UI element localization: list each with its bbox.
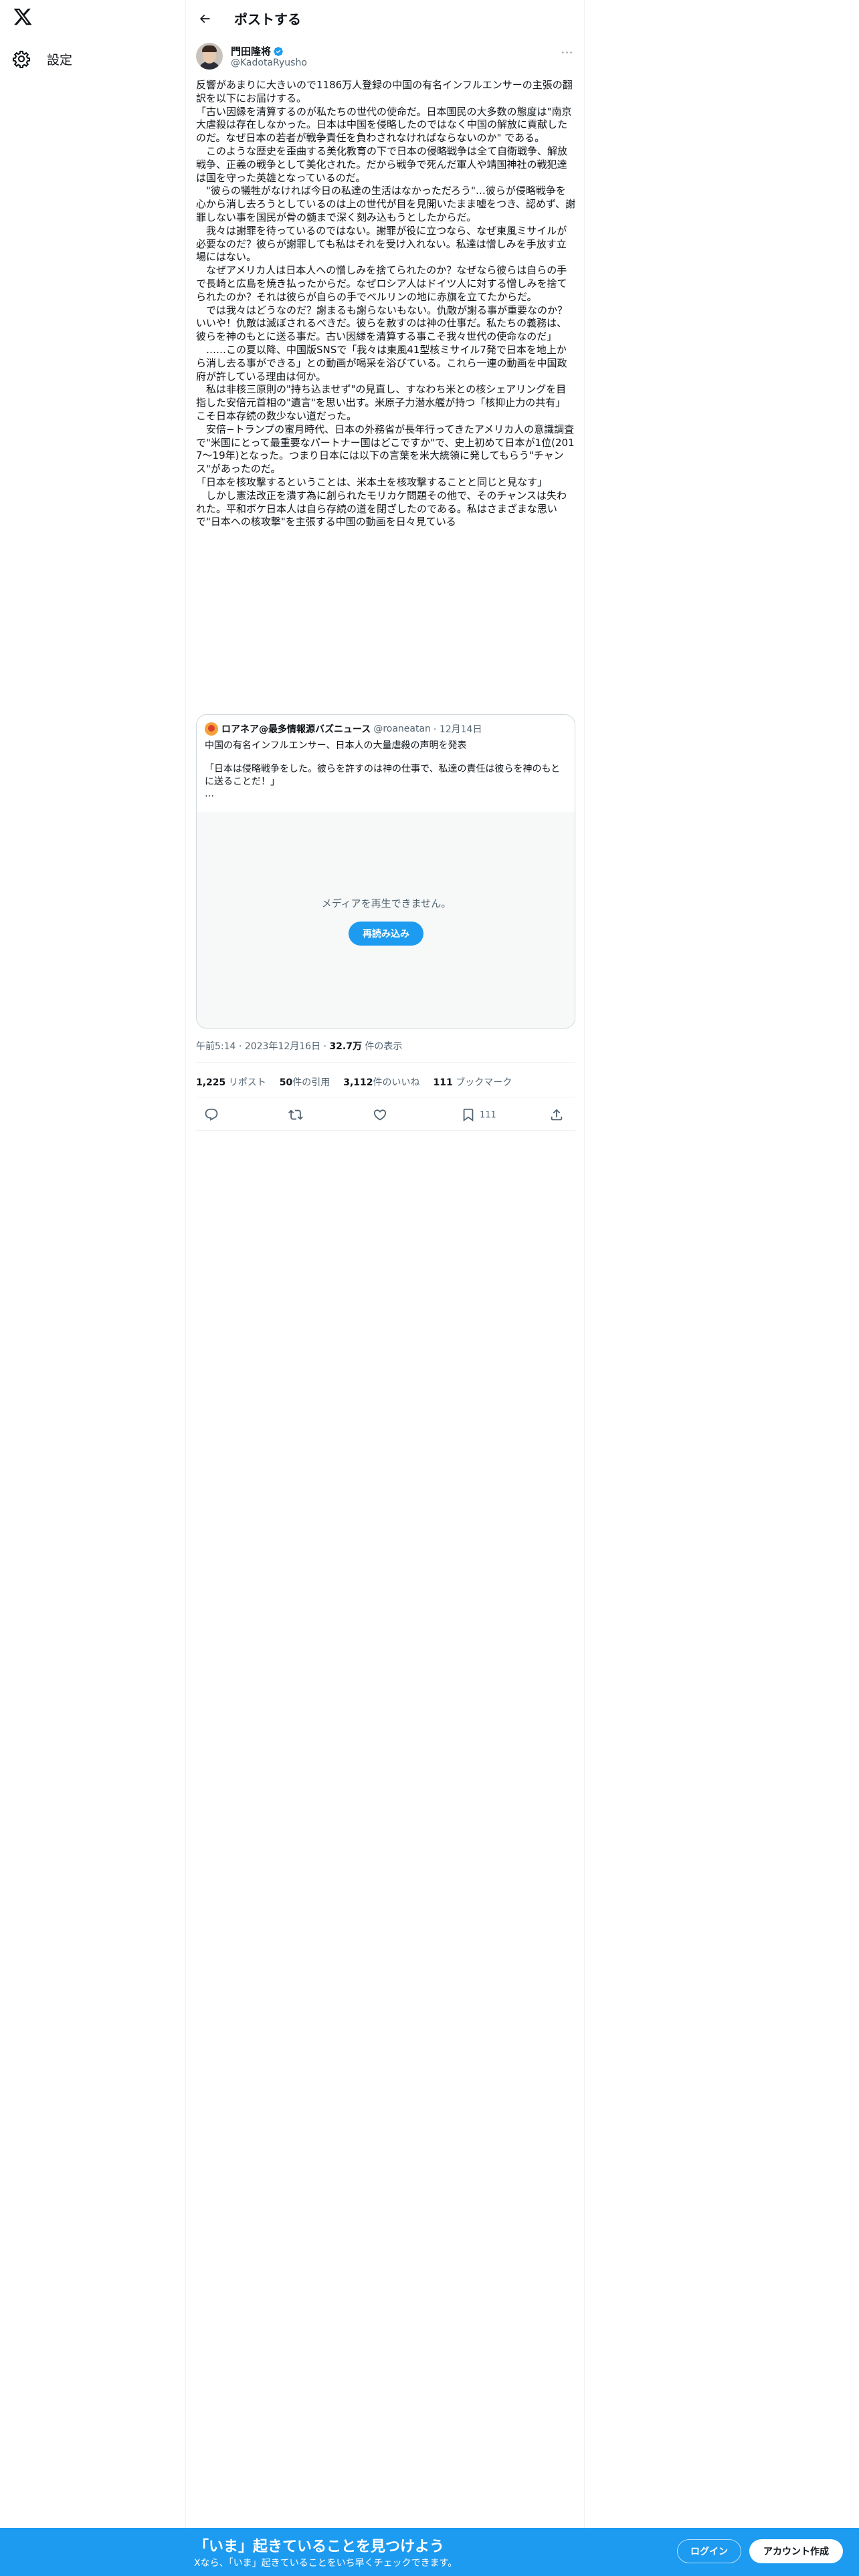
quoted-author-handle: @roaneatan <box>373 724 431 734</box>
media-error-message: メディアを再生できません。 <box>321 897 452 909</box>
signup-banner: 「いま」起きていることを見つけよう Xなら、「いま」起きていることをいち早くチェ… <box>0 2528 859 2576</box>
tweet-stats: 1,225 リポスト 50件の引用 3,112件のいいね 111 ブックマーク <box>196 1075 525 1089</box>
sidebar-item-label: 設定 <box>47 52 73 68</box>
gear-icon <box>12 49 31 68</box>
quoted-date: · 12月14日 <box>433 724 482 735</box>
avatar[interactable] <box>196 43 223 70</box>
quoted-text-ellipsis: … <box>205 788 214 799</box>
reply-icon[interactable] <box>204 1107 219 1122</box>
author-handle[interactable]: @KadotaRyusho <box>231 58 307 68</box>
tweet-date[interactable]: 2023年12月16日 <box>245 1041 320 1052</box>
tweet-author: 門田隆将 @KadotaRyusho ··· <box>196 43 575 72</box>
view-count: 32.7万 <box>329 1041 362 1052</box>
likes-stat[interactable]: 3,112件のいいね <box>343 1075 419 1089</box>
verified-badge-icon <box>273 46 284 57</box>
reload-button[interactable]: 再読み込み <box>349 922 423 946</box>
media-placeholder: メディアを再生できません。 再読み込み <box>197 813 575 1028</box>
reposts-stat[interactable]: 1,225 リポスト <box>196 1075 266 1089</box>
action-bar: 111 <box>196 1102 575 1129</box>
back-arrow-icon[interactable] <box>195 9 214 28</box>
quoted-author-name: ロアネア@最多情報源バズニュース <box>221 724 371 735</box>
header-bar: ポストする <box>186 0 585 37</box>
view-label: 件の表示 <box>365 1041 403 1052</box>
bookmark-icon[interactable]: 111 <box>461 1107 496 1122</box>
share-icon[interactable] <box>549 1107 564 1122</box>
main-column: ポストする 門田隆将 @KadotaRyusho ··· 反響があまりに大きいの… <box>185 0 585 2576</box>
tweet-meta: 午前5:14 · 2023年12月16日 · 32.7万 件の表示 <box>196 1041 403 1052</box>
more-options-icon[interactable]: ··· <box>559 44 575 60</box>
like-icon[interactable] <box>373 1107 387 1122</box>
bookmark-count: 111 <box>480 1109 496 1120</box>
tweet-time[interactable]: 午前5:14 <box>196 1041 235 1052</box>
divider <box>196 1062 575 1063</box>
sidebar-item-settings[interactable]: 設定 <box>12 47 72 71</box>
quoted-tweet[interactable]: ロアネア@最多情報源バズニュース @roaneatan · 12月14日 中国の… <box>196 714 575 1029</box>
banner-title: 「いま」起きていることを見つけよう <box>194 2539 445 2555</box>
bookmarks-stat[interactable]: 111 ブックマーク <box>434 1075 512 1089</box>
quoted-text-headline: 中国の有名インフルエンサー、日本人の大量虐殺の声明を発表 <box>205 740 467 751</box>
page-title: ポストする <box>234 11 301 27</box>
avatar <box>205 722 218 736</box>
signup-button[interactable]: アカウント作成 <box>749 2539 843 2563</box>
author-name[interactable]: 門田隆将 <box>231 44 271 58</box>
quotes-stat[interactable]: 50件の引用 <box>280 1075 330 1089</box>
x-logo-icon[interactable] <box>13 7 33 27</box>
left-sidebar: 設定 <box>0 0 184 2576</box>
login-button[interactable]: ログイン <box>677 2539 741 2563</box>
quoted-text-body: 「日本は侵略戦争をした。彼らを許すのは神の仕事で、私達の責任は彼らを神のもとに送… <box>205 764 561 787</box>
divider <box>196 1130 575 1131</box>
tweet-text: 反響があまりに大きいので1186万人登録の中国の有名インフルエンサーの主張の翻訳… <box>196 79 576 528</box>
repost-icon[interactable] <box>288 1107 303 1122</box>
banner-subtitle: Xなら、「いま」起きていることをいち早くチェックできます。 <box>194 2558 458 2569</box>
